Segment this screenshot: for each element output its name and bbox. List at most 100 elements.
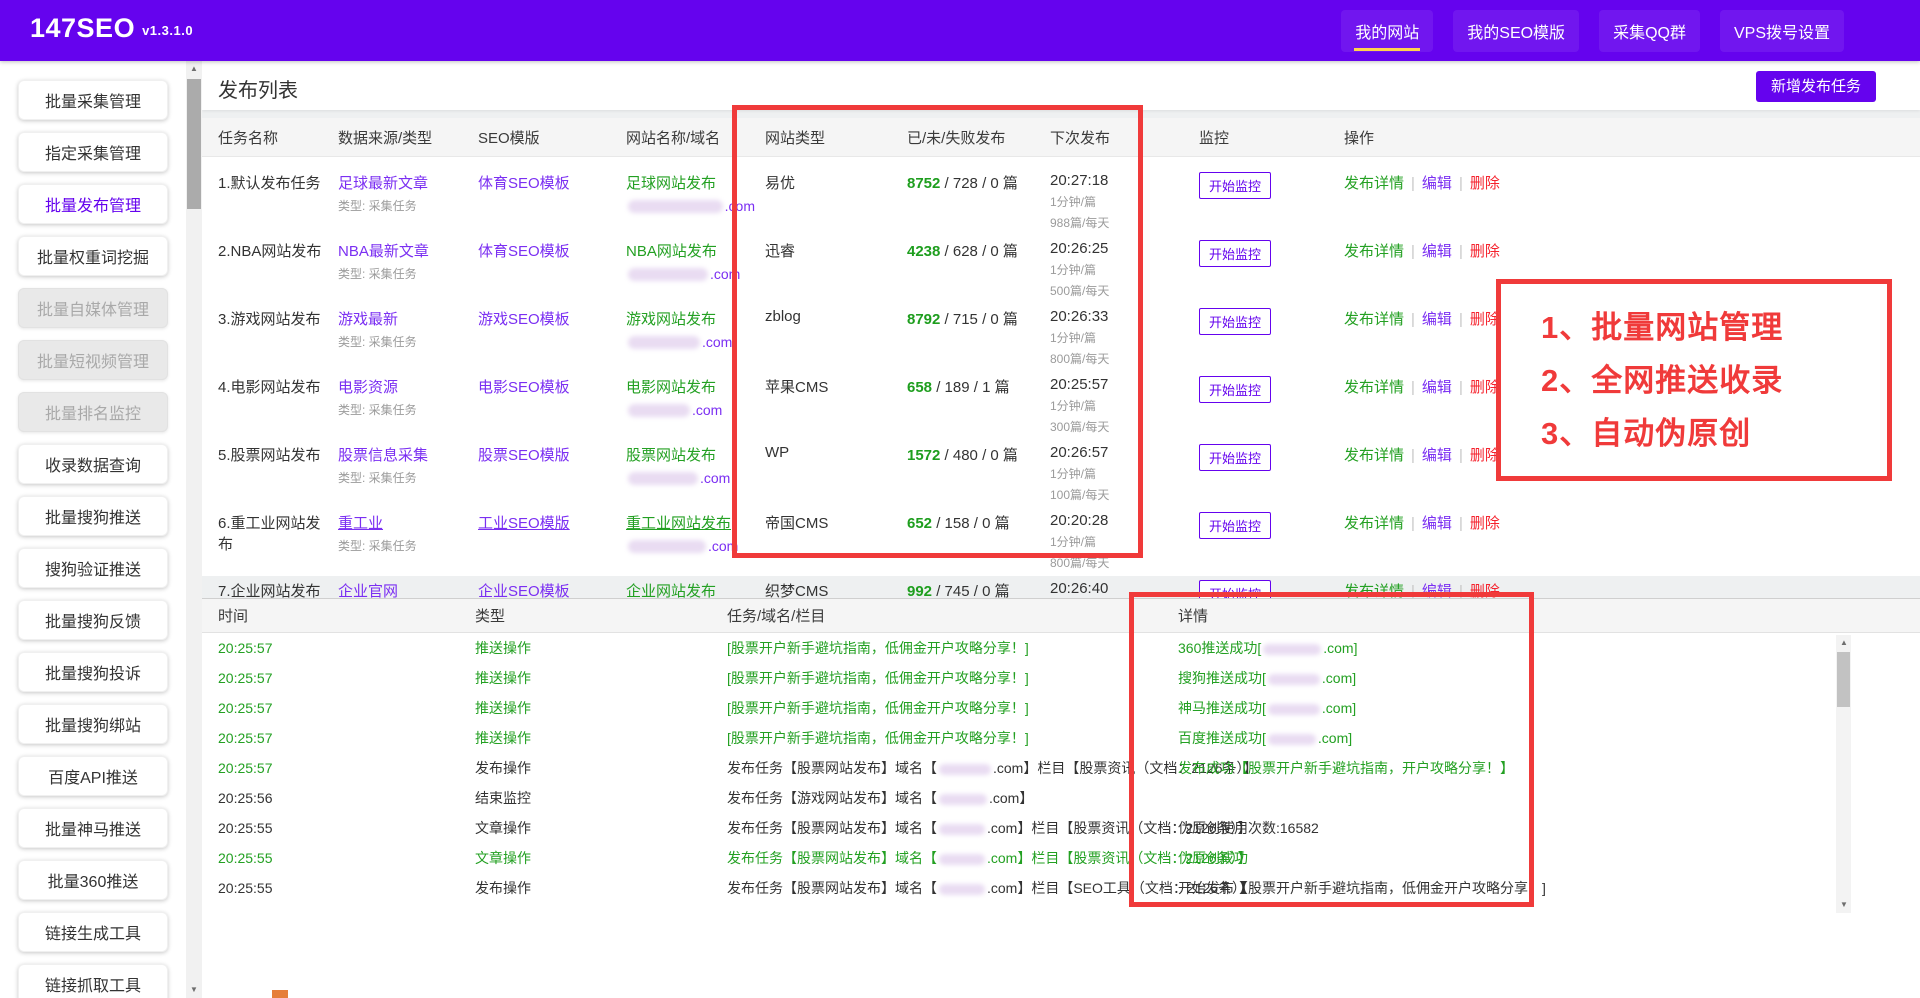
daily-limit: 500篇/每天 (1050, 282, 1189, 299)
delete-link[interactable]: 删除 (1470, 515, 1500, 532)
site-type-cell: 易优 (765, 172, 907, 193)
log-vertical-scrollbar[interactable]: ▲ ▼ (1836, 635, 1851, 913)
scroll-down-icon[interactable]: ▼ (186, 982, 202, 998)
seo-template-link[interactable]: 体育SEO模板 (478, 243, 570, 260)
sidebar-item[interactable]: 批量搜狗推送 (18, 496, 168, 536)
data-source-link[interactable]: 游戏最新 (338, 311, 398, 328)
log-detail-cell: 神马推送成功[.com] (1178, 698, 1920, 718)
sidebar-item[interactable]: 百度API推送 (18, 756, 168, 796)
site-name-link[interactable]: NBA网站发布 (626, 243, 717, 260)
sidebar-item[interactable]: 搜狗验证推送 (18, 548, 168, 588)
seo-template-cell: 电影SEO模板 (478, 376, 626, 397)
publish-stats-cell: 658 / 189 / 1 篇 (907, 376, 1050, 397)
new-publish-task-button[interactable]: 新增发布任务 (1756, 71, 1876, 102)
log-row: 20:25:57推送操作[股票开户新手避坑指南，低佣金开户攻略分享！]神马推送成… (202, 693, 1920, 723)
publish-detail-link[interactable]: 发布详情 (1344, 243, 1404, 260)
sidebar-item[interactable]: 批量搜狗绑站 (18, 704, 168, 744)
site-type-cell: zblog (765, 308, 907, 325)
scrollbar-thumb[interactable] (1837, 652, 1850, 707)
seo-template-link[interactable]: 电影SEO模板 (478, 379, 570, 396)
publish-detail-link[interactable]: 发布详情 (1344, 311, 1404, 328)
sidebar-item[interactable]: 收录数据查询 (18, 444, 168, 484)
site-name-link[interactable]: 重工业网站发布 (626, 515, 731, 532)
data-source-cell: 足球最新文章类型: 采集任务 (338, 172, 478, 214)
sidebar-item: 批量短视频管理 (18, 340, 168, 380)
start-monitor-button[interactable]: 开始监控 (1199, 512, 1271, 539)
data-source-link[interactable]: 足球最新文章 (338, 175, 428, 192)
log-row: 20:25:55文章操作发布任务【股票网站发布】域名【.com】栏目【股票资讯（… (202, 843, 1920, 873)
log-type-cell: 推送操作 (475, 728, 727, 748)
scroll-up-icon[interactable]: ▲ (186, 61, 202, 77)
log-detail-cell: 360推送成功[.com] (1178, 638, 1920, 658)
sidebar-item[interactable]: 指定采集管理 (18, 132, 168, 172)
sidebar-item[interactable]: 批量权重词挖掘 (18, 236, 168, 276)
log-time-cell: 20:25:56 (218, 790, 475, 806)
publish-detail-link[interactable]: 发布详情 (1344, 379, 1404, 396)
nav-item[interactable]: 我的网站 (1341, 10, 1433, 52)
main-vertical-scrollbar[interactable]: ▲ ▼ (186, 61, 202, 998)
seo-template-link[interactable]: 体育SEO模板 (478, 175, 570, 192)
redacted-domain (628, 472, 698, 485)
edit-link[interactable]: 编辑 (1422, 243, 1452, 260)
scroll-up-icon[interactable]: ▲ (1836, 635, 1852, 651)
nav-item[interactable]: 采集QQ群 (1599, 10, 1700, 52)
task-name-cell: 2.NBA网站发布 (218, 240, 338, 261)
separator: | (1459, 447, 1463, 464)
delete-link[interactable]: 删除 (1470, 379, 1500, 396)
next-publish-time: 20:26:57 (1050, 444, 1189, 461)
data-source-link[interactable]: 重工业 (338, 515, 383, 532)
log-panel: 时间 类型 任务/域名/栏目 详情 20:25:57推送操作[股票开户新手避坑指… (202, 598, 1920, 990)
col-site-name: 网站名称/域名 (626, 127, 765, 148)
sidebar-item[interactable]: 批量360推送 (18, 860, 168, 900)
sidebar-item[interactable]: 批量搜狗反馈 (18, 600, 168, 640)
domain-suffix: .com (708, 538, 738, 554)
sidebar-item[interactable]: 批量神马推送 (18, 808, 168, 848)
data-source-link[interactable]: 股票信息采集 (338, 447, 428, 464)
scrollbar-thumb[interactable] (187, 79, 201, 209)
delete-link[interactable]: 删除 (1470, 311, 1500, 328)
start-monitor-button[interactable]: 开始监控 (1199, 444, 1271, 471)
daily-limit: 800篇/每天 (1050, 350, 1189, 367)
sidebar-item[interactable]: 链接生成工具 (18, 912, 168, 952)
start-monitor-button[interactable]: 开始监控 (1199, 240, 1271, 267)
start-monitor-button[interactable]: 开始监控 (1199, 308, 1271, 335)
publish-row: 1.默认发布任务足球最新文章类型: 采集任务体育SEO模板足球网站发布.com易… (202, 163, 1920, 231)
log-time-cell: 20:25:57 (218, 640, 475, 656)
sidebar-item[interactable]: 批量发布管理 (18, 184, 168, 224)
log-time-cell: 20:25:57 (218, 760, 475, 776)
seo-template-link[interactable]: 股票SEO模版 (478, 447, 570, 464)
data-source-type: 类型: 采集任务 (338, 469, 468, 486)
publish-detail-link[interactable]: 发布详情 (1344, 515, 1404, 532)
site-name-link[interactable]: 电影网站发布 (626, 379, 716, 396)
data-source-link[interactable]: NBA最新文章 (338, 243, 429, 260)
sidebar-item[interactable]: 批量采集管理 (18, 80, 168, 120)
seo-template-link[interactable]: 游戏SEO模板 (478, 311, 570, 328)
start-monitor-button[interactable]: 开始监控 (1199, 376, 1271, 403)
scroll-down-icon[interactable]: ▼ (1836, 897, 1852, 913)
delete-link[interactable]: 删除 (1470, 175, 1500, 192)
separator: | (1411, 515, 1415, 532)
edit-link[interactable]: 编辑 (1422, 515, 1452, 532)
sidebar-item: 批量排名监控 (18, 392, 168, 432)
edit-link[interactable]: 编辑 (1422, 379, 1452, 396)
log-type-cell: 结束监控 (475, 788, 727, 808)
site-name-link[interactable]: 股票网站发布 (626, 447, 716, 464)
site-name-link[interactable]: 游戏网站发布 (626, 311, 716, 328)
delete-link[interactable]: 删除 (1470, 447, 1500, 464)
sidebar-item[interactable]: 批量搜狗投诉 (18, 652, 168, 692)
delete-link[interactable]: 删除 (1470, 243, 1500, 260)
publish-detail-link[interactable]: 发布详情 (1344, 447, 1404, 464)
redacted-domain (939, 884, 985, 895)
sidebar-item[interactable]: 链接抓取工具 (18, 964, 168, 998)
seo-template-link[interactable]: 工业SEO模版 (478, 515, 570, 532)
edit-link[interactable]: 编辑 (1422, 447, 1452, 464)
edit-link[interactable]: 编辑 (1422, 175, 1452, 192)
start-monitor-button[interactable]: 开始监控 (1199, 172, 1271, 199)
publish-detail-link[interactable]: 发布详情 (1344, 175, 1404, 192)
site-name-link[interactable]: 足球网站发布 (626, 175, 716, 192)
data-source-link[interactable]: 电影资源 (338, 379, 398, 396)
redacted-domain (1268, 734, 1316, 745)
nav-item[interactable]: 我的SEO模版 (1453, 10, 1579, 52)
nav-item[interactable]: VPS拨号设置 (1720, 10, 1844, 52)
edit-link[interactable]: 编辑 (1422, 311, 1452, 328)
